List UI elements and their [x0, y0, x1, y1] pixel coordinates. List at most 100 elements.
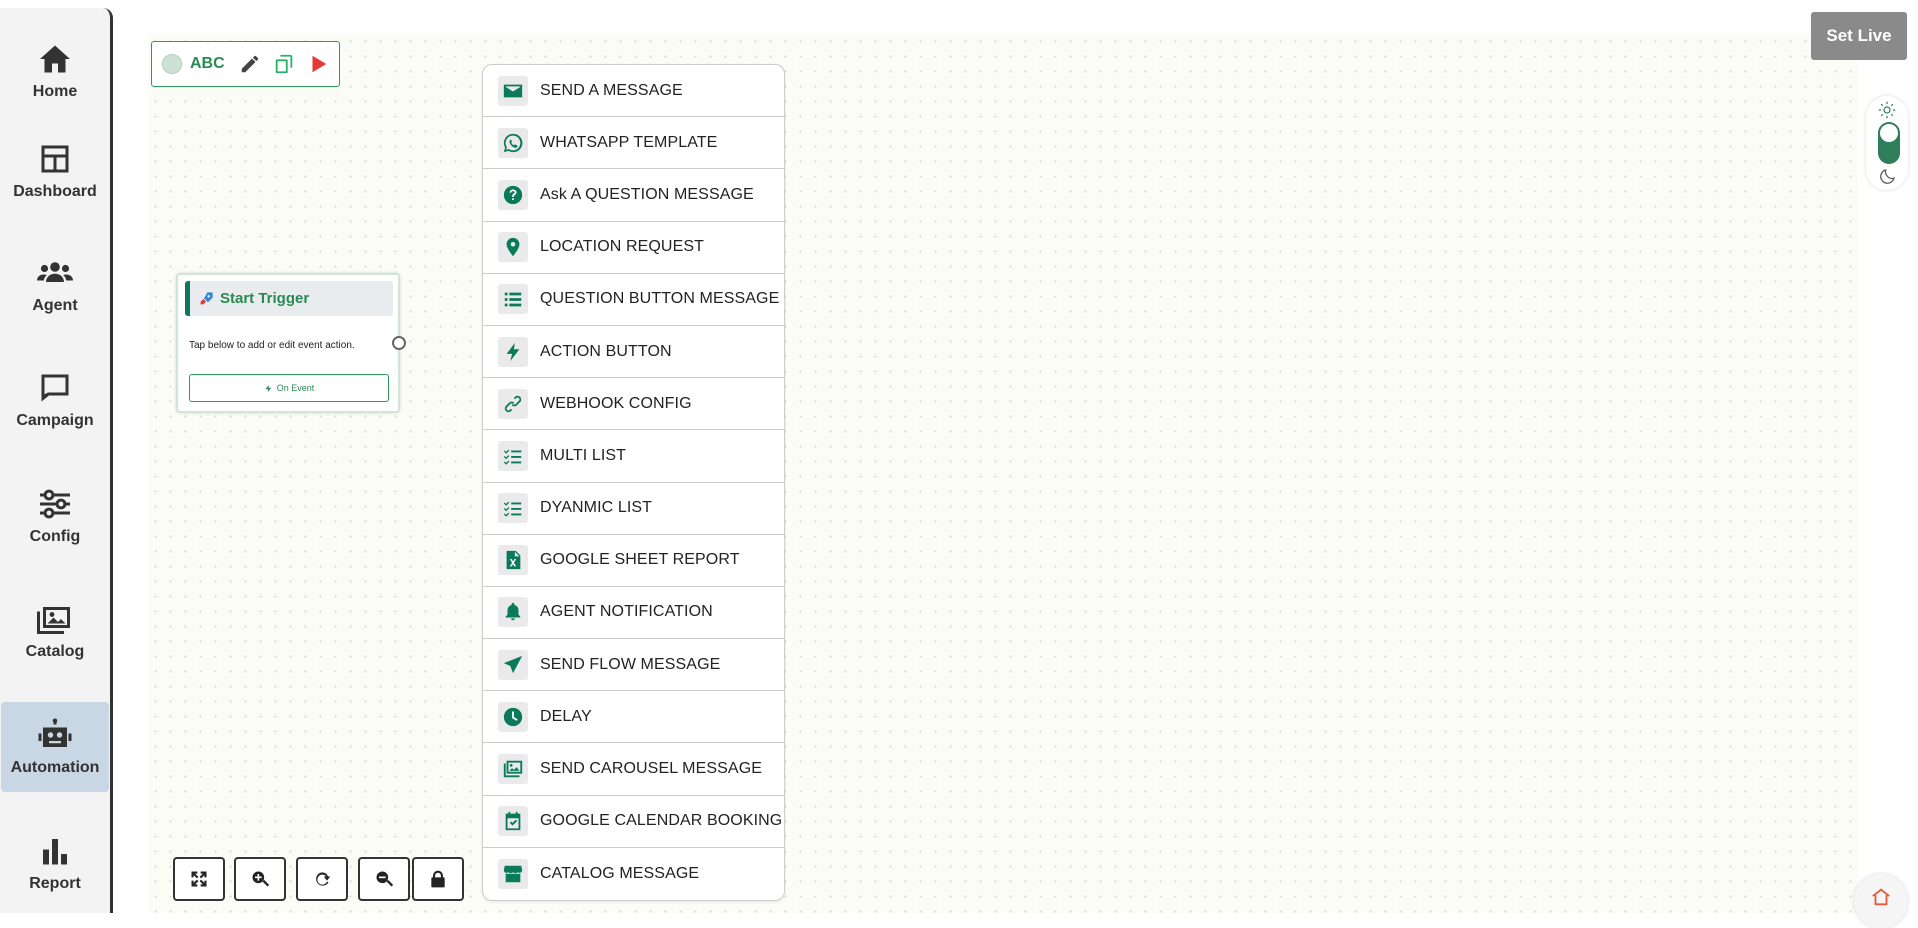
- theme-toggle-knob: [1880, 124, 1898, 142]
- menu-item-label: Ask A QUESTION MESSAGE: [540, 185, 754, 203]
- menu-item-catalog-message[interactable]: CATALOG MESSAGE: [483, 848, 784, 900]
- moon-icon[interactable]: [1879, 167, 1897, 185]
- menu-item-google-calendar-booking[interactable]: GOOGLE CALENDAR BOOKING: [483, 796, 784, 848]
- chat-bubble-icon: [41, 374, 69, 402]
- sidebar-item-label: Config: [29, 528, 81, 545]
- flow-name: ABC: [190, 55, 225, 72]
- sidebar-item-label: Campaign: [16, 412, 94, 429]
- lock-canvas-button[interactable]: [412, 857, 464, 901]
- sidebar-item-home[interactable]: Home: [0, 26, 110, 116]
- sun-icon[interactable]: [1878, 101, 1896, 119]
- sliders-icon: [40, 489, 70, 519]
- menu-item-delay[interactable]: DELAY: [483, 691, 784, 744]
- trigger-title: Start Trigger: [220, 290, 310, 307]
- pencil-icon[interactable]: [237, 51, 263, 77]
- set-live-button[interactable]: Set Live: [1811, 12, 1907, 60]
- robot-icon: [38, 718, 72, 747]
- menu-item-label: DELAY: [540, 707, 592, 725]
- menu-item-whatsapp-template[interactable]: WHATSAPP TEMPLATE: [483, 117, 784, 170]
- trigger-description: Tap below to add or edit event action.: [189, 340, 355, 351]
- question-circle-icon: [498, 179, 528, 210]
- sidebar-item-dashboard[interactable]: Dashboard: [0, 126, 110, 216]
- home-icon: [40, 45, 70, 73]
- sidebar-item-label: Report: [29, 875, 81, 892]
- sidebar-item-automation[interactable]: Automation: [1, 702, 109, 792]
- flow-canvas[interactable]: [148, 34, 1858, 913]
- sidebar-item-campaign[interactable]: Campaign: [0, 355, 110, 445]
- sidebar-item-config[interactable]: Config: [0, 471, 110, 561]
- menu-item-action-button[interactable]: ACTION BUTTON: [483, 326, 784, 379]
- fit-view-button[interactable]: [173, 857, 225, 901]
- menu-item-agent-notification[interactable]: AGENT NOTIFICATION: [483, 587, 784, 640]
- trigger-header: Start Trigger: [185, 281, 393, 316]
- calendar-check-icon: [498, 806, 528, 837]
- store-icon: [498, 858, 528, 889]
- lightning-icon: [498, 336, 528, 367]
- sidebar-item-label: Catalog: [25, 643, 85, 660]
- flow-toolbar: ABC: [151, 41, 340, 87]
- menu-item-send-carousel-message[interactable]: SEND CAROUSEL MESSAGE: [483, 743, 784, 796]
- menu-item-label: AGENT NOTIFICATION: [540, 603, 713, 621]
- menu-item-question-button-message[interactable]: QUESTION BUTTON MESSAGE: [483, 274, 784, 326]
- lock-icon: [431, 870, 445, 888]
- expand-icon: [191, 871, 207, 887]
- clock-icon: [498, 701, 528, 732]
- lightning-icon: [265, 384, 271, 392]
- menu-item-label: DYANMIC LIST: [540, 499, 653, 517]
- paper-plane-icon: [498, 649, 528, 680]
- home-corner-button[interactable]: [1854, 874, 1908, 928]
- sidebar-item-label: Agent: [32, 297, 78, 314]
- zoom-out-icon: [376, 871, 394, 887]
- sidebar: Home Dashboard Agent Campaign Config Cat…: [0, 8, 113, 913]
- zoom-out-button[interactable]: [358, 857, 410, 901]
- menu-item-label: SEND CAROUSEL MESSAGE: [540, 760, 763, 778]
- menu-item-label: SEND A MESSAGE: [540, 81, 683, 99]
- menu-item-dynamic-list[interactable]: DYANMIC LIST: [483, 483, 784, 535]
- sidebar-item-catalog[interactable]: Catalog: [0, 586, 110, 676]
- menu-item-label: GOOGLE SHEET REPORT: [540, 551, 740, 569]
- copy-icon[interactable]: [271, 51, 297, 77]
- sidebar-item-label: Home: [32, 83, 78, 100]
- menu-item-label: MULTI LIST: [540, 446, 627, 464]
- rocket-icon: [200, 291, 213, 304]
- sidebar-item-label: Automation: [10, 759, 100, 776]
- list-icon: [498, 284, 528, 315]
- menu-item-google-sheet-report[interactable]: GOOGLE SHEET REPORT: [483, 535, 784, 587]
- menu-item-label: GOOGLE CALENDAR BOOKING: [540, 812, 783, 830]
- checklist-icon: [498, 440, 528, 471]
- flow-status-indicator: [162, 54, 182, 74]
- zoom-in-button[interactable]: [234, 857, 286, 901]
- refresh-icon: [316, 872, 331, 886]
- sidebar-item-label: Dashboard: [13, 183, 97, 200]
- location-pin-icon: [498, 232, 528, 263]
- sidebar-item-report[interactable]: Report: [0, 818, 110, 908]
- sidebar-item-agent[interactable]: Agent: [0, 240, 110, 330]
- bar-chart-icon: [43, 839, 67, 865]
- menu-item-send-flow-message[interactable]: SEND FLOW MESSAGE: [483, 639, 784, 692]
- start-trigger-node[interactable]: Start Trigger Tap below to add or edit e…: [176, 273, 400, 413]
- menu-item-label: WEBHOOK CONFIG: [540, 394, 692, 412]
- users-icon: [37, 262, 73, 282]
- action-menu: SEND A MESSAGE WHATSAPP TEMPLATE Ask A Q…: [482, 64, 785, 901]
- menu-item-ask-a-question[interactable]: Ask A QUESTION MESSAGE: [483, 169, 784, 222]
- link-icon: [498, 388, 528, 419]
- home-icon: [1872, 888, 1890, 906]
- zoom-in-icon: [252, 871, 270, 887]
- trigger-output-handle[interactable]: [392, 336, 406, 350]
- menu-item-label: WHATSAPP TEMPLATE: [540, 133, 718, 151]
- dashboard-icon: [41, 145, 69, 173]
- menu-item-webhook-config[interactable]: WEBHOOK CONFIG: [483, 378, 784, 431]
- menu-item-send-a-message[interactable]: SEND A MESSAGE: [483, 65, 784, 118]
- envelope-icon: [498, 75, 528, 106]
- images-icon: [498, 754, 528, 785]
- menu-item-multi-list[interactable]: MULTI LIST: [483, 430, 784, 483]
- reset-view-button[interactable]: [296, 857, 348, 901]
- play-icon[interactable]: [305, 51, 331, 77]
- checklist-icon: [498, 493, 528, 524]
- menu-item-location-request[interactable]: LOCATION REQUEST: [483, 222, 784, 274]
- excel-file-icon: [498, 545, 528, 576]
- on-event-label: On Event: [276, 383, 315, 393]
- menu-item-label: QUESTION BUTTON MESSAGE: [540, 290, 780, 308]
- menu-item-label: ACTION BUTTON: [540, 342, 672, 360]
- on-event-button[interactable]: On Event: [189, 374, 389, 402]
